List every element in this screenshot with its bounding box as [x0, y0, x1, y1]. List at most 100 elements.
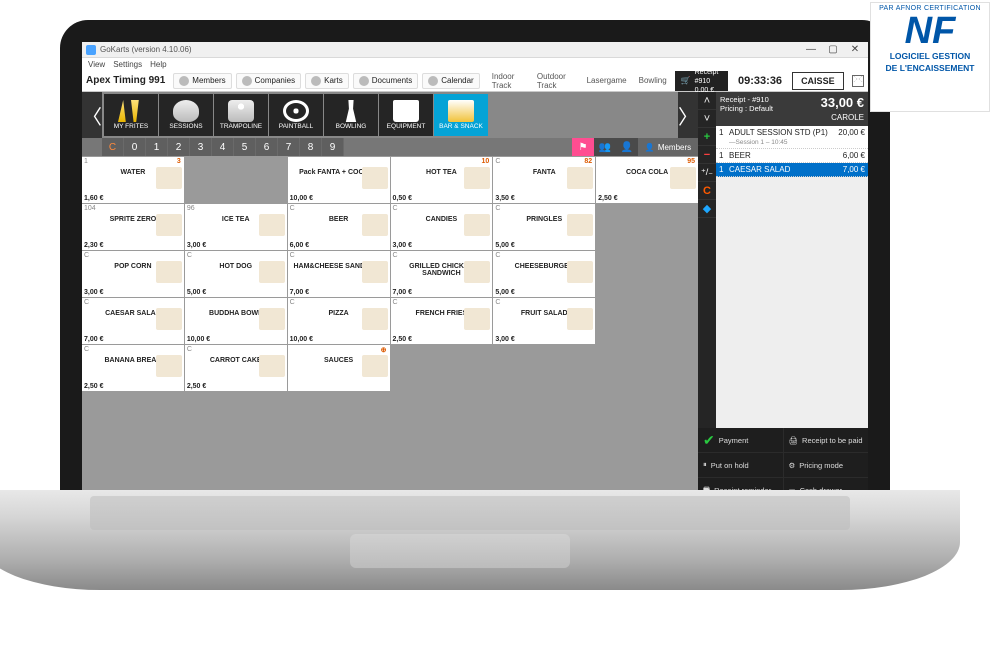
discount-button[interactable]: ⁺/₋ [698, 164, 716, 182]
receipt-panel: ˄ ˅ + − ⁺/₋ C ◆ Receipt - #910 Pricing :… [698, 92, 868, 502]
cart-icon: 🛒 [681, 76, 691, 85]
product-sprite-zero[interactable]: 104 SPRITE ZERO 2,30 € [82, 204, 184, 250]
numpad-8[interactable]: 8 [300, 138, 322, 156]
caisse-button[interactable]: CAISSE [792, 72, 844, 90]
numpad-C[interactable]: C [102, 138, 124, 156]
building-icon [242, 76, 252, 86]
ribbon-calendar[interactable]: Calendar [422, 73, 479, 89]
category-equipment[interactable]: EQUIPMENT [379, 94, 433, 136]
numpad-1[interactable]: 1 [146, 138, 168, 156]
pricing-mode-button[interactable]: ⚙ Pricing mode [784, 453, 869, 477]
members-label[interactable]: 👤 Members [638, 138, 698, 156]
group-button[interactable]: 👥 [594, 138, 616, 156]
receipt-summary[interactable]: 🛒 Receipt #910 0,00 € [675, 71, 728, 91]
print-receipt-button[interactable]: 🖨 Receipt to be paid [784, 428, 869, 452]
numpad-0[interactable]: 0 [124, 138, 146, 156]
category-next[interactable]: 〉 [678, 92, 698, 138]
product-french-fries[interactable]: C FRENCH FRIES 2,50 € [391, 298, 493, 344]
product-pizza[interactable]: C PIZZA 10,00 € [288, 298, 390, 344]
track-lasergame[interactable]: Lasergame [583, 74, 631, 87]
menu-view[interactable]: View [88, 60, 105, 69]
numpad-5[interactable]: 5 [234, 138, 256, 156]
product-pringles[interactable]: C PRINGLES 5,00 € [493, 204, 595, 250]
left-pane: 〈 MY FRITES SESSIONS TRAMPOLINE PAINTBAL… [82, 92, 698, 502]
receipt-line[interactable]: 1 BEER 6,00 € [716, 149, 868, 163]
product-image [259, 214, 285, 236]
hold-button[interactable]: ⏸ Put on hold [698, 453, 783, 477]
product-image [156, 167, 182, 189]
numpad-4[interactable]: 4 [212, 138, 234, 156]
product-pop-corn[interactable]: C POP CORN 3,00 € [82, 251, 184, 297]
loyalty-button[interactable]: ◆ [698, 200, 716, 218]
numpad-3[interactable]: 3 [190, 138, 212, 156]
category-sessions[interactable]: SESSIONS [159, 94, 213, 136]
scroll-down-icon[interactable]: ˅ [698, 110, 716, 128]
product-pack-fanta-coca-x-[interactable]: Pack FANTA + COCA x3 10,00 € [288, 157, 390, 203]
document-icon [359, 76, 369, 86]
product-hot-dog[interactable]: C HOT DOG 5,00 € [185, 251, 287, 297]
product-fruit-salad[interactable]: C FRUIT SALAD 3,00 € [493, 298, 595, 344]
product-price: 2,30 € [84, 242, 103, 249]
product-sauces[interactable]: ⊕ SAUCES [288, 345, 390, 391]
product-hot-tea[interactable]: 10 HOT TEA 0,50 € [391, 157, 493, 203]
product-image [464, 167, 490, 189]
ribbon-karts[interactable]: Karts [305, 73, 349, 89]
receipt-empty-area [716, 177, 868, 428]
qty-minus[interactable]: − [698, 146, 716, 164]
product-image [567, 167, 593, 189]
menu-help[interactable]: Help [150, 60, 166, 69]
numpad-7[interactable]: 7 [278, 138, 300, 156]
window-close[interactable]: ✕ [846, 44, 864, 55]
numpad-9[interactable]: 9 [322, 138, 344, 156]
track-indoor[interactable]: Indoor Track [488, 70, 529, 92]
payment-button[interactable]: ✔ Payment [698, 428, 783, 452]
window-title: GoKarts (version 4.10.06) [100, 45, 192, 54]
product-ham-cheese-sandwich[interactable]: C HAM&CHEESE SANDWICH 7,00 € [288, 251, 390, 297]
category-bowling[interactable]: BOWLING [324, 94, 378, 136]
ribbon-documents[interactable]: Documents [353, 73, 418, 89]
product-buddha-bowl[interactable]: BUDDHA BOWL 10,00 € [185, 298, 287, 344]
product-qty: C [290, 252, 295, 259]
category-prev[interactable]: 〈 [82, 92, 102, 138]
product-coca-cola[interactable]: 95 COCA COLA 2,50 € [596, 157, 698, 203]
product-image [567, 261, 593, 283]
product-cheeseburger[interactable]: C CHEESEBURGER 5,00 € [493, 251, 595, 297]
empty-slot [391, 345, 493, 391]
product-fanta[interactable]: C 82 FANTA 3,50 € [493, 157, 595, 203]
window-maximize[interactable]: ▢ [824, 44, 842, 55]
category-trampoline[interactable]: TRAMPOLINE [214, 94, 268, 136]
category-bar-snack[interactable]: BAR & SNACK [434, 94, 488, 136]
window-minimize[interactable]: — [802, 44, 820, 55]
ribbon-companies[interactable]: Companies [236, 73, 301, 89]
product-price: 3,00 € [393, 242, 412, 249]
track-outdoor[interactable]: Outdoor Track [533, 70, 579, 92]
app-icon [86, 45, 96, 55]
check-icon: ✔ [703, 432, 715, 449]
product-caesar-salad[interactable]: C CAESAR SALAD 7,00 € [82, 298, 184, 344]
menu-settings[interactable]: Settings [113, 60, 142, 69]
product-ice-tea[interactable]: 96 ICE TEA 3,00 € [185, 204, 287, 250]
category-paintball[interactable]: PAINTBALL [269, 94, 323, 136]
product-grilled-chicken-sandwich[interactable]: C GRILLED CHICKEN SANDWICH 7,00 € [391, 251, 493, 297]
clear-button[interactable]: C [698, 182, 716, 200]
product-carrot-cake[interactable]: C CARROT CAKE 2,50 € [185, 345, 287, 391]
category-my-frites[interactable]: MY FRITES [104, 94, 158, 136]
product-price: 7,00 € [290, 289, 309, 296]
product-banana-bread[interactable]: C BANANA BREAD 2,50 € [82, 345, 184, 391]
numpad-6[interactable]: 6 [256, 138, 278, 156]
product-beer[interactable]: C BEER 6,00 € [288, 204, 390, 250]
product-price: 3,00 € [187, 242, 206, 249]
qty-plus[interactable]: + [698, 128, 716, 146]
scroll-up-icon[interactable]: ˄ [698, 92, 716, 110]
person-button[interactable]: 👤 [616, 138, 638, 156]
product-candies[interactable]: C CANDIES 3,00 € [391, 204, 493, 250]
ribbon-members[interactable]: Members [173, 73, 231, 89]
tag-button[interactable]: ⚑ [572, 138, 594, 156]
receipt-line[interactable]: 1 ADULT SESSION STD (P1)—Session 1 – 10:… [716, 126, 868, 149]
track-bowling[interactable]: Bowling [635, 74, 671, 87]
receipt-line[interactable]: 1 CAESAR SALAD 7,00 € [716, 163, 868, 177]
product-image [362, 261, 388, 283]
mail-icon[interactable] [852, 75, 864, 87]
product-water[interactable]: 1 3 WATER 1,60 € [82, 157, 184, 203]
numpad-2[interactable]: 2 [168, 138, 190, 156]
